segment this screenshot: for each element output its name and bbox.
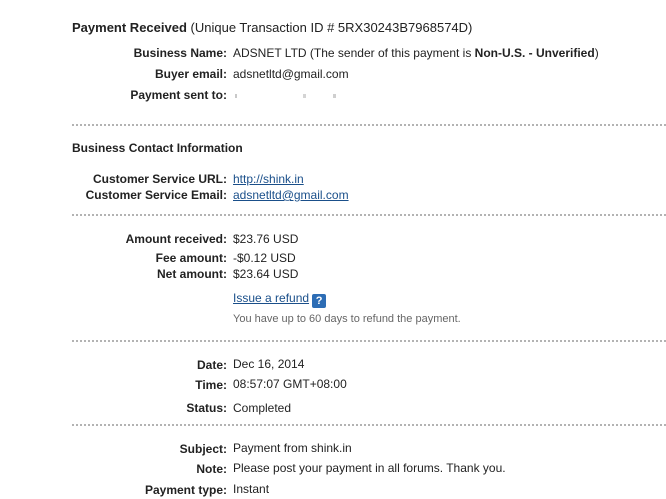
payment-header: Payment Received (Unique Transaction ID …	[72, 20, 472, 35]
time-value: 08:57:07 GMT+08:00	[233, 377, 347, 391]
redacted-recipient	[233, 93, 343, 98]
fee-amount-label: Fee amount:	[155, 251, 227, 265]
sender-note-prefix: (The sender of this payment is	[309, 46, 475, 60]
sender-note-suffix: )	[594, 46, 599, 60]
status-value: Completed	[233, 401, 292, 415]
payment-type-value: Instant	[233, 482, 270, 496]
status-label: Status:	[186, 401, 227, 415]
net-amount-label: Net amount:	[157, 267, 227, 281]
date-label: Date:	[196, 358, 227, 372]
amount-received-value: $23.76 USD	[233, 232, 299, 246]
section-divider	[72, 340, 666, 342]
amount-received-label: Amount received:	[125, 232, 227, 246]
fee-amount-value: -$0.12 USD	[233, 251, 296, 265]
business-name-label: Business Name:	[133, 46, 227, 60]
section-divider	[72, 214, 666, 216]
payment-sent-to-label: Payment sent to:	[130, 88, 227, 102]
sender-status: Non-U.S. - Unverified	[474, 46, 595, 60]
note-value: Please post your payment in all forums. …	[233, 461, 506, 475]
subject-label: Subject:	[179, 442, 227, 456]
customer-service-url-label: Customer Service URL:	[92, 172, 227, 186]
page-title: Payment Received	[72, 20, 187, 35]
time-label: Time:	[195, 378, 227, 392]
subject-value: Payment from shink.in	[233, 441, 352, 455]
net-amount-value: $23.64 USD	[233, 267, 299, 281]
payment-sent-to-redacted	[233, 88, 343, 102]
contact-section-title: Business Contact Information	[72, 141, 243, 155]
date-value: Dec 16, 2014	[233, 357, 305, 371]
buyer-email-value: adsnetltd@gmail.com	[233, 67, 349, 81]
refund-note: You have up to 60 days to refund the pay…	[233, 313, 461, 325]
refund-row: Issue a refund?	[233, 291, 327, 308]
buyer-email-label: Buyer email:	[154, 67, 227, 81]
payment-type-label: Payment type:	[144, 483, 227, 497]
customer-service-email-link[interactable]: adsnetltd@gmail.com	[233, 188, 349, 202]
customer-service-email-label: Customer Service Email:	[85, 188, 227, 202]
section-divider	[72, 124, 666, 126]
business-name-value: ADSNET LTD (The sender of this payment i…	[233, 46, 599, 60]
business-name: ADSNET LTD	[233, 46, 307, 60]
customer-service-url-link[interactable]: http://shink.in	[233, 172, 304, 186]
issue-refund-link[interactable]: Issue a refund	[233, 291, 309, 305]
transaction-id: (Unique Transaction ID # 5RX30243B796857…	[190, 20, 473, 35]
section-divider	[72, 424, 666, 426]
help-icon[interactable]: ?	[312, 294, 327, 308]
note-label: Note:	[196, 462, 227, 476]
